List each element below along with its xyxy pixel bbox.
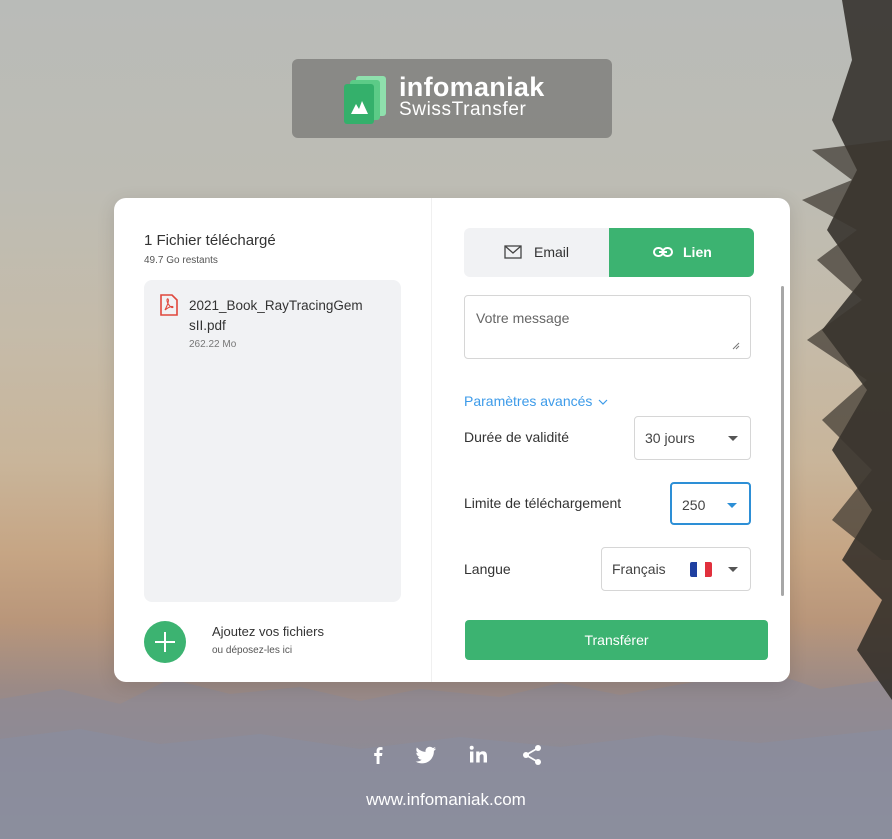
file-size: 262.22 Mo: [189, 339, 237, 350]
resize-handle-icon[interactable]: [732, 342, 740, 350]
add-files-subtitle: ou déposez-les ici: [212, 645, 293, 656]
tab-link[interactable]: Lien: [609, 228, 754, 277]
facebook-icon[interactable]: [365, 742, 391, 768]
add-files-title: Ajoutez vos fichiers: [212, 624, 324, 639]
files-title: 1 Fichier téléchargé: [144, 232, 276, 249]
column-divider: [431, 198, 432, 682]
logo-subtitle: SwissTransfer: [399, 99, 527, 120]
pdf-icon: [160, 294, 178, 316]
language-label: Langue: [464, 561, 511, 577]
validity-select[interactable]: 30 jours: [634, 416, 751, 460]
download-limit-value: 250: [682, 497, 706, 513]
share-icon[interactable]: [519, 742, 545, 768]
transfer-mode-tabs: Email Lien: [464, 228, 754, 277]
mail-icon: [504, 245, 522, 259]
add-files-button[interactable]: [144, 621, 186, 663]
infomaniak-website-link[interactable]: www.infomaniak.com: [0, 790, 892, 810]
tree-background: [802, 0, 892, 700]
linkedin-icon[interactable]: [466, 742, 492, 768]
transfer-card: 1 Fichier téléchargé 49.7 Go restants 20…: [114, 198, 790, 682]
advanced-settings-toggle[interactable]: Paramètres avancés: [464, 393, 608, 409]
twitter-icon[interactable]: [413, 742, 439, 768]
chevron-down-icon: [598, 399, 608, 405]
swisstransfer-logo-icon: [344, 76, 386, 124]
remaining-space: 49.7 Go restants: [144, 255, 218, 266]
validity-value: 30 jours: [645, 430, 695, 446]
validity-label: Durée de validité: [464, 429, 570, 445]
settings-scrollbar[interactable]: [781, 286, 784, 596]
logo-banner[interactable]: infomaniak SwissTransfer: [292, 59, 612, 138]
tab-email-label: Email: [534, 244, 570, 260]
message-input[interactable]: Votre message: [464, 295, 751, 359]
fr-flag-icon: [690, 562, 712, 577]
language-select[interactable]: Français: [601, 547, 751, 591]
file-name: 2021_Book_RayTracingGemsII.pdf: [189, 298, 363, 333]
tab-link-label: Lien: [683, 244, 712, 260]
caret-down-icon: [727, 503, 737, 508]
download-limit-label: Limite de téléchargement: [464, 495, 622, 511]
message-placeholder: Votre message: [476, 310, 570, 326]
advanced-settings-label: Paramètres avancés: [464, 393, 593, 409]
caret-down-icon: [728, 567, 738, 572]
transfer-button[interactable]: Transférer: [465, 620, 768, 660]
tab-email[interactable]: Email: [464, 228, 609, 277]
download-limit-select[interactable]: 250: [670, 482, 751, 525]
language-value: Français: [612, 561, 666, 577]
link-icon: [653, 247, 673, 257]
file-list[interactable]: 2021_Book_RayTracingGemsII.pdf 262.22 Mo: [144, 280, 401, 602]
caret-down-icon: [728, 436, 738, 441]
